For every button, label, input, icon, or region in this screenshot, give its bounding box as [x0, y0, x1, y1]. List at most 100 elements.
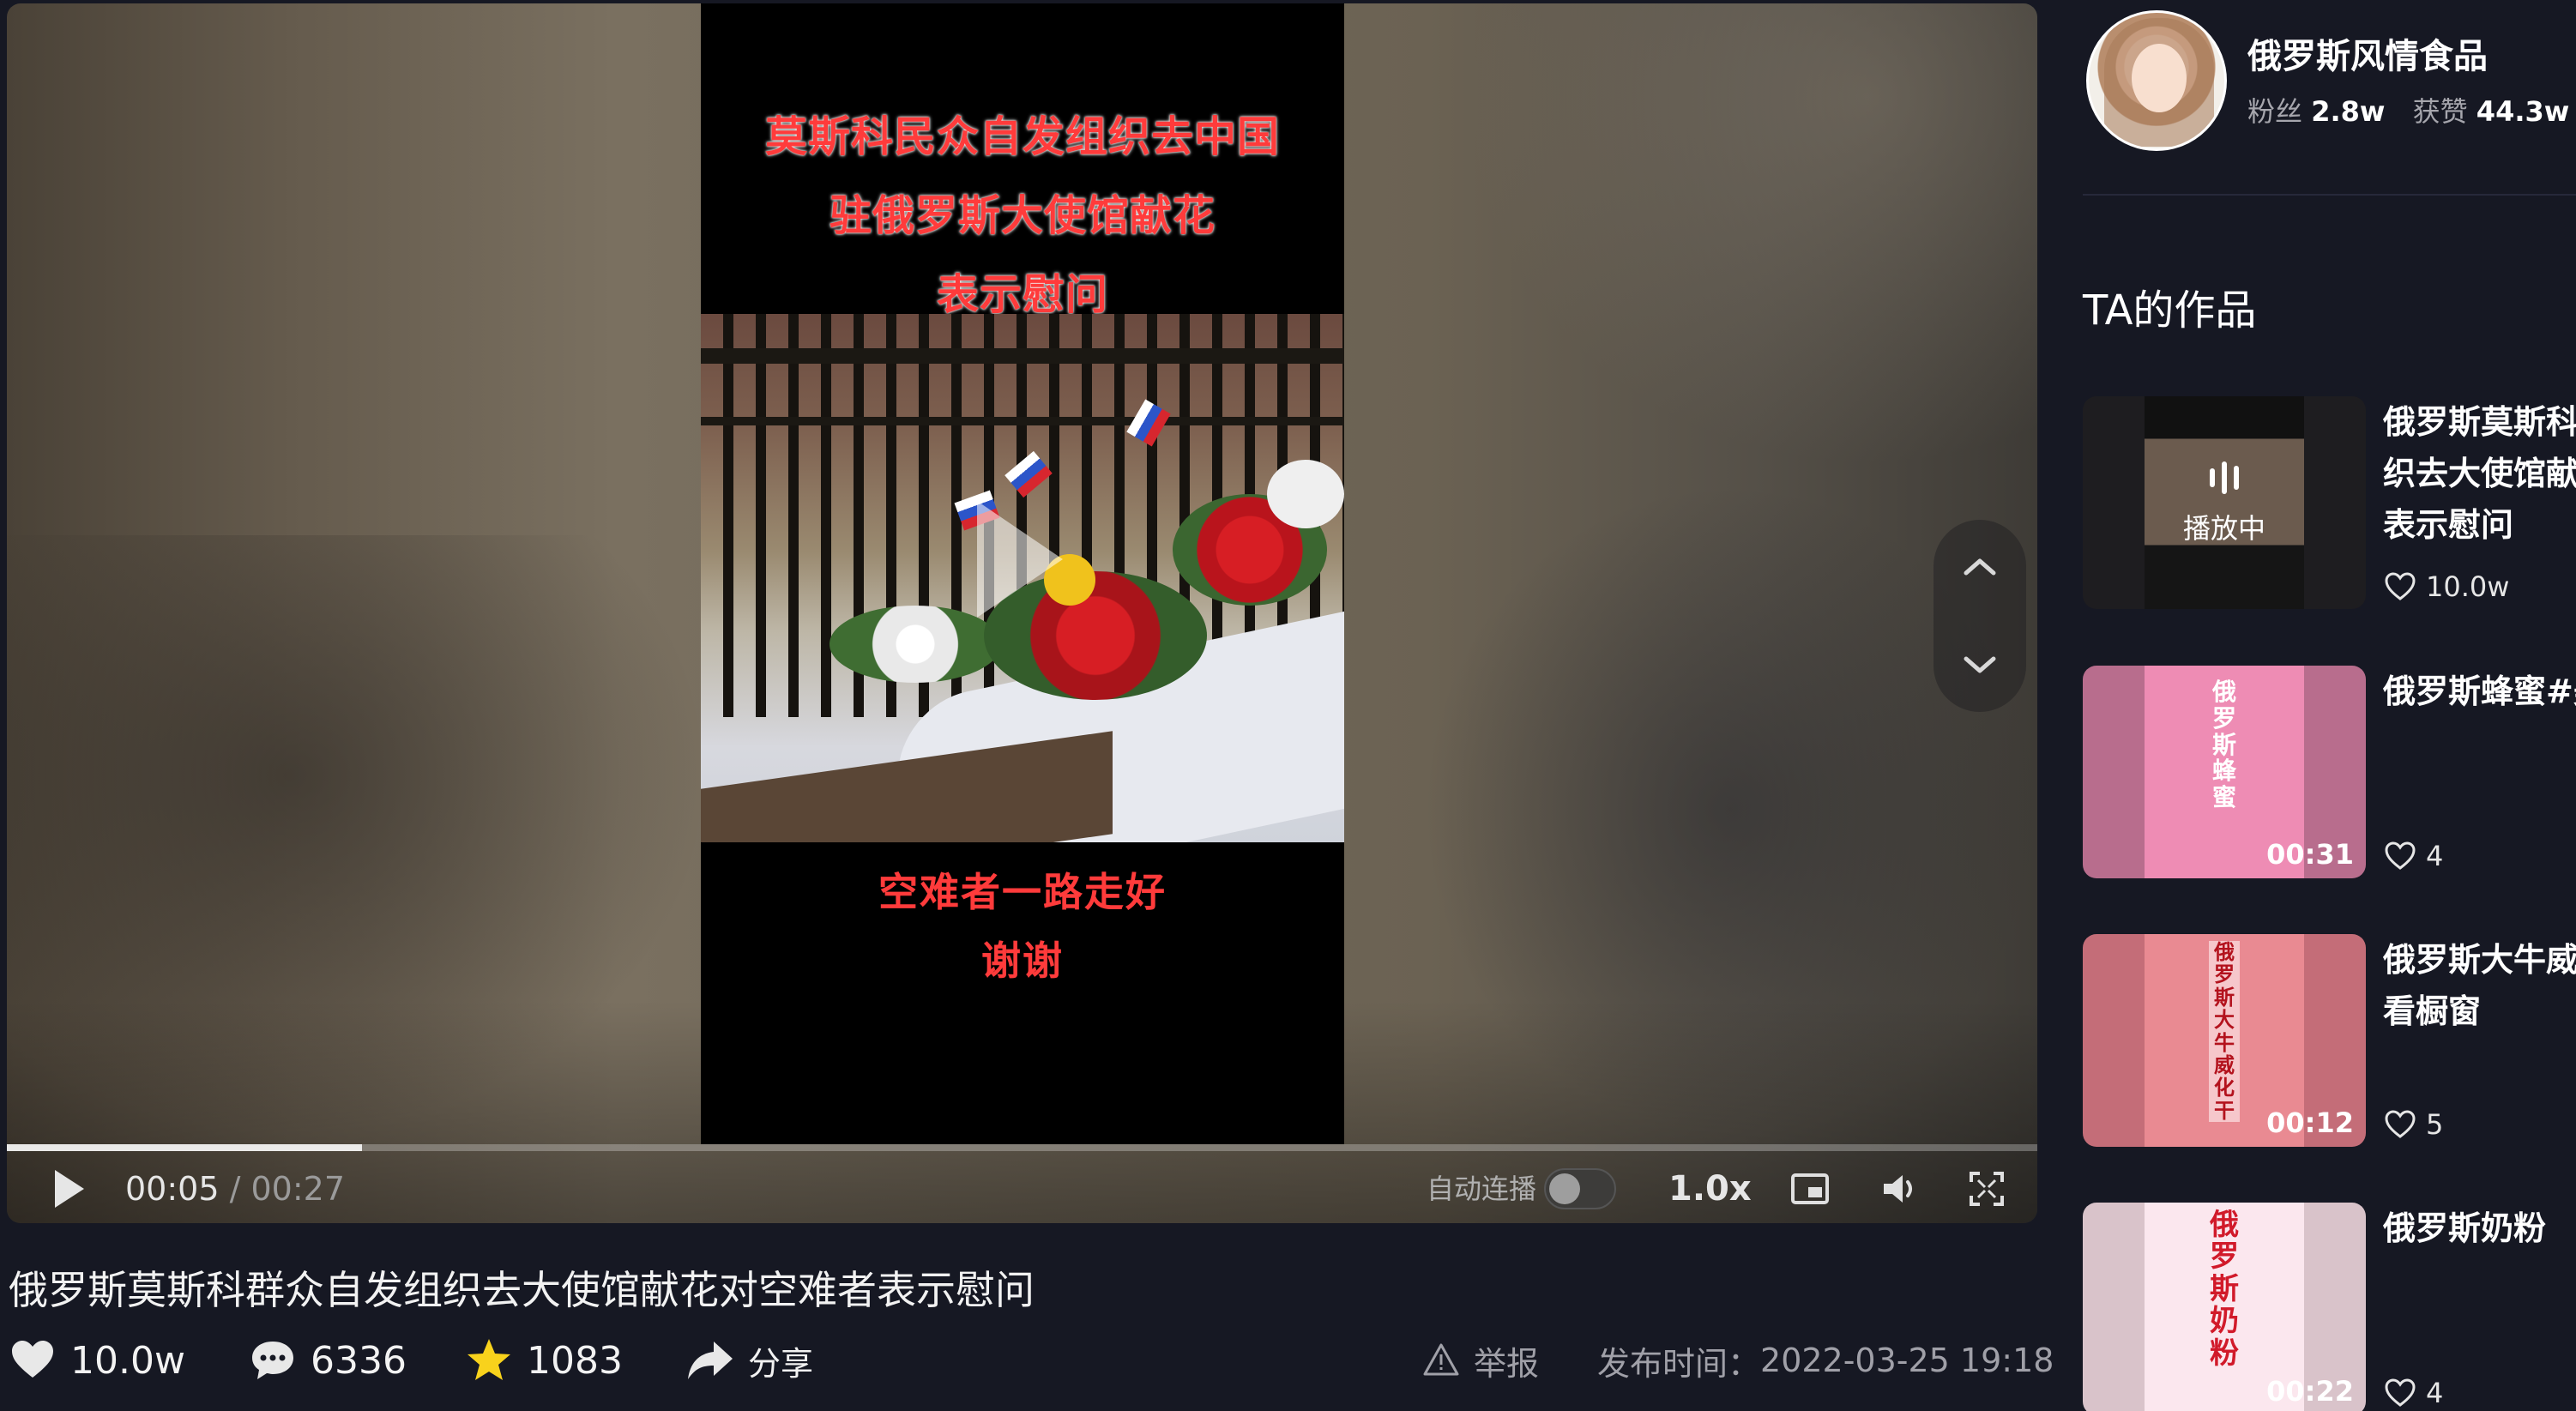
favorite-button[interactable]: 1083 — [465, 1335, 623, 1386]
thumbnail-text: 俄罗斯大牛威化干 — [2209, 941, 2240, 1123]
video-caption-line: 莫斯科民众自发组织去中国 — [764, 112, 1280, 161]
likes-count: 44.3w — [2476, 95, 2570, 128]
report-button[interactable]: 举报 — [1422, 1335, 1539, 1386]
avatar-face — [2132, 44, 2187, 112]
share-button[interactable]: 分享 — [686, 1335, 813, 1386]
chevron-down-icon — [1964, 656, 1996, 673]
comment-count: 6336 — [311, 1338, 407, 1383]
share-label: 分享 — [748, 1344, 814, 1383]
play-icon[interactable] — [977, 501, 1063, 618]
work-item[interactable]: 播放中 俄罗斯莫斯科群众自发组 织去大使馆献花对空难者 表示慰问 10.0w — [2083, 396, 2576, 609]
video-actions: 10.0w 6336 1083 分享 举报 发布时间： 2022-03-25 19… — [9, 1335, 2054, 1386]
like-count: 10.0w — [70, 1338, 185, 1383]
progress-bar[interactable] — [7, 1144, 2037, 1151]
pip-icon[interactable] — [1788, 1167, 1832, 1211]
fence-rail — [701, 417, 1344, 425]
work-likes: 5 — [2383, 1107, 2443, 1142]
fence-rail — [701, 348, 1344, 364]
toggle-knob — [1549, 1173, 1580, 1204]
work-title[interactable]: 俄罗斯莫斯科群众自发组 织去大使馆献花对空难者 表示慰问 — [2383, 396, 2576, 551]
video-caption-line: 空难者一路走好 — [878, 869, 1167, 915]
work-thumbnail[interactable]: 俄罗斯大牛威化干 00:12 — [2083, 934, 2366, 1147]
work-item[interactable]: 俄罗斯蜂蜜 00:31 俄罗斯蜂蜜#美食 4 — [2083, 666, 2576, 878]
fans-count: 2.8w — [2311, 95, 2386, 128]
work-duration: 00:31 — [2266, 838, 2354, 871]
author-name[interactable]: 俄罗斯风情食品 — [2247, 34, 2488, 79]
work-thumbnail[interactable]: 播放中 — [2083, 396, 2366, 609]
video-caption-line: 表示慰问 — [936, 269, 1108, 319]
volume-icon[interactable] — [1877, 1167, 1921, 1211]
playing-label: 播放中 — [2182, 512, 2265, 545]
work-like-count: 4 — [2426, 1377, 2444, 1409]
fullscreen-icon[interactable] — [1964, 1167, 2009, 1211]
play-icon[interactable] — [55, 1170, 84, 1208]
work-title-line: 俄罗斯蜂蜜#美食 — [2383, 672, 2576, 710]
work-thumbnail[interactable]: 俄罗斯蜂蜜 00:31 — [2083, 666, 2366, 878]
current-time: 00:05 — [125, 1170, 220, 1208]
star-icon — [468, 1339, 510, 1380]
work-title-line: 看橱窗 — [2383, 992, 2482, 1030]
background-blur — [1465, 3, 2037, 467]
video-caption-line: 驻俄罗斯大使馆献花 — [829, 190, 1216, 240]
time-separator: / — [219, 1170, 251, 1208]
work-item[interactable]: 俄罗斯大牛威化干 00:12 俄罗斯大牛威化饼干 看橱窗 5 — [2083, 934, 2576, 1147]
work-like-count: 5 — [2426, 1108, 2444, 1141]
video-scene — [701, 314, 1344, 842]
likes-label: 获赞 — [2412, 95, 2468, 128]
avatar[interactable] — [2086, 10, 2227, 151]
flowers-graphic — [1267, 460, 1344, 528]
fans-label: 粉丝 — [2247, 95, 2303, 128]
work-title-line: 表示慰问 — [2383, 506, 2514, 544]
comment-icon — [252, 1342, 293, 1379]
works-heading: TA的作品 — [2083, 286, 2257, 335]
video-player[interactable]: 莫斯科民众自发组织去中国 驻俄罗斯大使馆献花 表示慰问 空难者一路走好 谢谢 0… — [7, 3, 2037, 1223]
work-likes: 4 — [2383, 1376, 2443, 1410]
heart-icon — [2385, 1378, 2416, 1407]
divider — [2083, 194, 2576, 196]
total-time: 00:27 — [250, 1170, 345, 1208]
work-title-line: 俄罗斯奶粉 — [2383, 1209, 2547, 1247]
heart-icon — [2385, 841, 2416, 870]
flowers-graphic — [830, 606, 1001, 683]
work-title[interactable]: 俄罗斯蜂蜜#美食 — [2383, 666, 2576, 717]
author-stats: 粉丝 2.8w 获赞 44.3w — [2247, 93, 2576, 130]
publish-date: 2022-03-25 19:18 — [1760, 1342, 2054, 1379]
heart-icon — [2385, 572, 2416, 600]
work-item[interactable]: 俄罗斯奶粉 00:22 俄罗斯奶粉 4 — [2083, 1203, 2576, 1411]
progress-fill — [7, 1144, 363, 1151]
next-video-button[interactable] — [1934, 616, 2026, 712]
work-like-count: 4 — [2426, 840, 2444, 872]
work-title-line: 织去大使馆献花对空难者 — [2383, 455, 2576, 492]
comment-button[interactable]: 6336 — [249, 1335, 407, 1386]
like-button[interactable]: 10.0w — [9, 1335, 185, 1386]
publish-time: 发布时间： 2022-03-25 19:18 — [1597, 1335, 2054, 1386]
work-title[interactable]: 俄罗斯大牛威化饼干 看橱窗 — [2383, 934, 2576, 1037]
warning-icon — [1423, 1343, 1459, 1376]
playback-time: 00:05 / 00:27 — [125, 1168, 345, 1209]
work-like-count: 10.0w — [2426, 570, 2510, 603]
report-label: 举报 — [1474, 1344, 1540, 1383]
thumbnail-text: 俄罗斯奶粉 — [2210, 1208, 2239, 1371]
favorite-count: 1083 — [527, 1338, 623, 1383]
playing-icon — [2210, 459, 2239, 497]
playing-overlay: 播放中 — [2083, 396, 2366, 609]
sidebar: 俄罗斯风情食品 粉丝 2.8w 获赞 44.3w TA的作品 播放中 俄罗斯莫斯… — [2038, 0, 2576, 1411]
work-title-line: 俄罗斯大牛威化饼干 — [2383, 941, 2576, 979]
work-thumbnail[interactable]: 俄罗斯奶粉 00:22 — [2083, 1203, 2366, 1411]
player-controls: 00:05 / 00:27 自动连播 1.0x — [7, 1151, 2037, 1223]
work-likes: 4 — [2383, 839, 2443, 873]
speed-button[interactable]: 1.0x — [1668, 1168, 1752, 1209]
video-title: 俄罗斯莫斯科群众自发组织去大使馆献花对空难者表示慰问 — [9, 1267, 1035, 1313]
heart-icon — [12, 1341, 53, 1378]
publish-label: 发布时间： — [1597, 1344, 1761, 1383]
heart-icon — [2385, 1110, 2416, 1138]
video-frame[interactable]: 莫斯科民众自发组织去中国 驻俄罗斯大使馆献花 表示慰问 空难者一路走好 谢谢 — [701, 3, 1344, 1144]
autoplay-label: 自动连播 — [1427, 1173, 1537, 1205]
work-title[interactable]: 俄罗斯奶粉 — [2383, 1203, 2576, 1254]
video-caption-line: 谢谢 — [981, 938, 1064, 984]
work-title-line: 俄罗斯莫斯科群众自发组 — [2383, 403, 2576, 441]
previous-video-button[interactable] — [1934, 520, 2026, 616]
work-duration: 00:12 — [2266, 1106, 2354, 1139]
autoplay-toggle[interactable] — [1544, 1168, 1616, 1209]
share-icon — [688, 1342, 733, 1379]
